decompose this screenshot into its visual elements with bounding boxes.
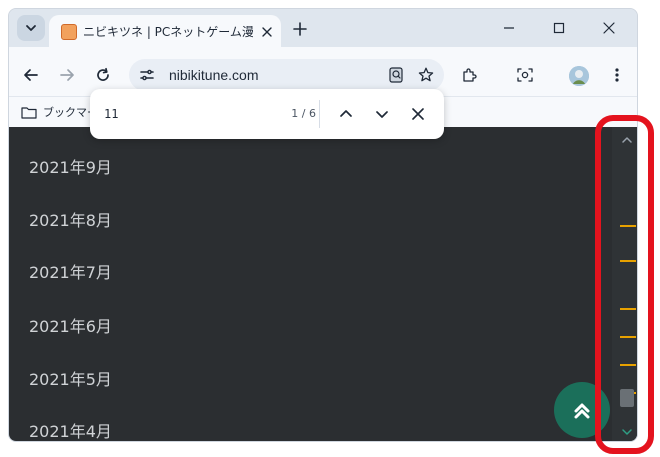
address-bar[interactable]: nibikitune.com <box>129 59 444 91</box>
scrollbar-thumb[interactable] <box>620 389 634 407</box>
archive-link[interactable]: 2021年7月 <box>29 260 112 286</box>
active-tab[interactable]: ニビキツネ | PCネットゲーム漫画趣味 <box>49 15 281 47</box>
forward-icon <box>60 69 74 81</box>
menu-button[interactable] <box>603 61 631 89</box>
plus-icon <box>293 22 307 36</box>
folder-icon <box>21 107 37 119</box>
bookmark-star-button[interactable] <box>415 65 437 85</box>
avatar[interactable] <box>569 66 589 86</box>
title-bar: ニビキツネ | PCネットゲーム漫画趣味 <box>9 9 637 47</box>
find-match-marker <box>620 336 636 338</box>
archive-link[interactable]: 2021年8月 <box>29 208 112 234</box>
tab-search-button[interactable] <box>17 15 45 41</box>
scroll-down-arrow[interactable] <box>621 427 633 437</box>
close-window-button[interactable] <box>593 15 625 41</box>
close-icon <box>262 27 272 37</box>
star-icon <box>418 67 434 82</box>
browser-window: ニビキツネ | PCネットゲーム漫画趣味 <box>8 8 638 442</box>
reload-button[interactable] <box>89 61 117 89</box>
lens-button[interactable] <box>385 65 407 85</box>
find-match-marker <box>620 308 636 310</box>
minimize-icon <box>504 27 514 29</box>
scroll-to-top-button[interactable] <box>554 382 610 438</box>
back-button[interactable] <box>17 61 45 89</box>
find-next-button[interactable] <box>370 102 394 126</box>
site-info-button[interactable] <box>137 65 157 85</box>
chevron-up-icon <box>340 110 352 117</box>
find-divider <box>319 100 320 128</box>
extensions-button[interactable] <box>455 61 483 89</box>
page-content: 2021年9月 2021年8月 2021年7月 2021年6月 2021年5月 … <box>9 127 637 441</box>
tab-title: ニビキツネ | PCネットゲーム漫画趣味 <box>83 25 253 39</box>
lens-icon <box>389 67 403 83</box>
find-previous-button[interactable] <box>334 102 358 126</box>
find-bar: 1 / 6 <box>90 89 444 139</box>
menu-icon <box>615 68 619 82</box>
scroll-to-top-icon <box>574 403 590 419</box>
find-match-count: 1 / 6 <box>291 107 316 120</box>
archive-link[interactable]: 2021年4月 <box>29 419 112 441</box>
favicon-icon <box>61 24 77 40</box>
back-icon <box>24 69 38 81</box>
find-close-button[interactable] <box>406 102 430 126</box>
bookmarks-folder-label: ブックマーク <box>43 106 91 119</box>
archive-link[interactable]: 2021年9月 <box>29 155 112 181</box>
archive-link[interactable]: 2021年6月 <box>29 314 112 340</box>
reload-icon <box>97 67 109 81</box>
vertical-scrollbar[interactable] <box>612 127 637 441</box>
archive-link[interactable]: 2021年5月 <box>29 367 112 393</box>
find-match-marker <box>620 225 636 227</box>
window-controls <box>493 15 625 41</box>
find-match-marker <box>620 260 636 262</box>
find-match-marker <box>620 364 636 366</box>
site-settings-icon <box>140 69 154 81</box>
scroll-up-arrow[interactable] <box>621 135 633 145</box>
forward-button[interactable] <box>53 61 81 89</box>
tab-search-icon <box>26 25 36 31</box>
new-tab-button[interactable] <box>288 17 312 41</box>
bookmarks-folder[interactable]: ブックマーク <box>21 103 91 121</box>
chevron-down-icon <box>376 111 388 118</box>
maximize-button[interactable] <box>543 15 575 41</box>
screenshot-button[interactable] <box>511 61 539 89</box>
close-icon <box>412 108 424 120</box>
close-icon <box>603 22 615 34</box>
archive-list: 2021年9月 2021年8月 2021年7月 2021年6月 2021年5月 … <box>29 127 229 441</box>
minimize-button[interactable] <box>493 15 525 41</box>
tab-close-button[interactable] <box>257 22 277 42</box>
url-text: nibikitune.com <box>169 67 259 83</box>
avatar-image <box>569 66 589 86</box>
screenshot-icon <box>517 68 533 82</box>
extensions-icon <box>463 68 477 82</box>
find-input[interactable] <box>104 102 274 126</box>
maximize-icon <box>553 22 565 34</box>
